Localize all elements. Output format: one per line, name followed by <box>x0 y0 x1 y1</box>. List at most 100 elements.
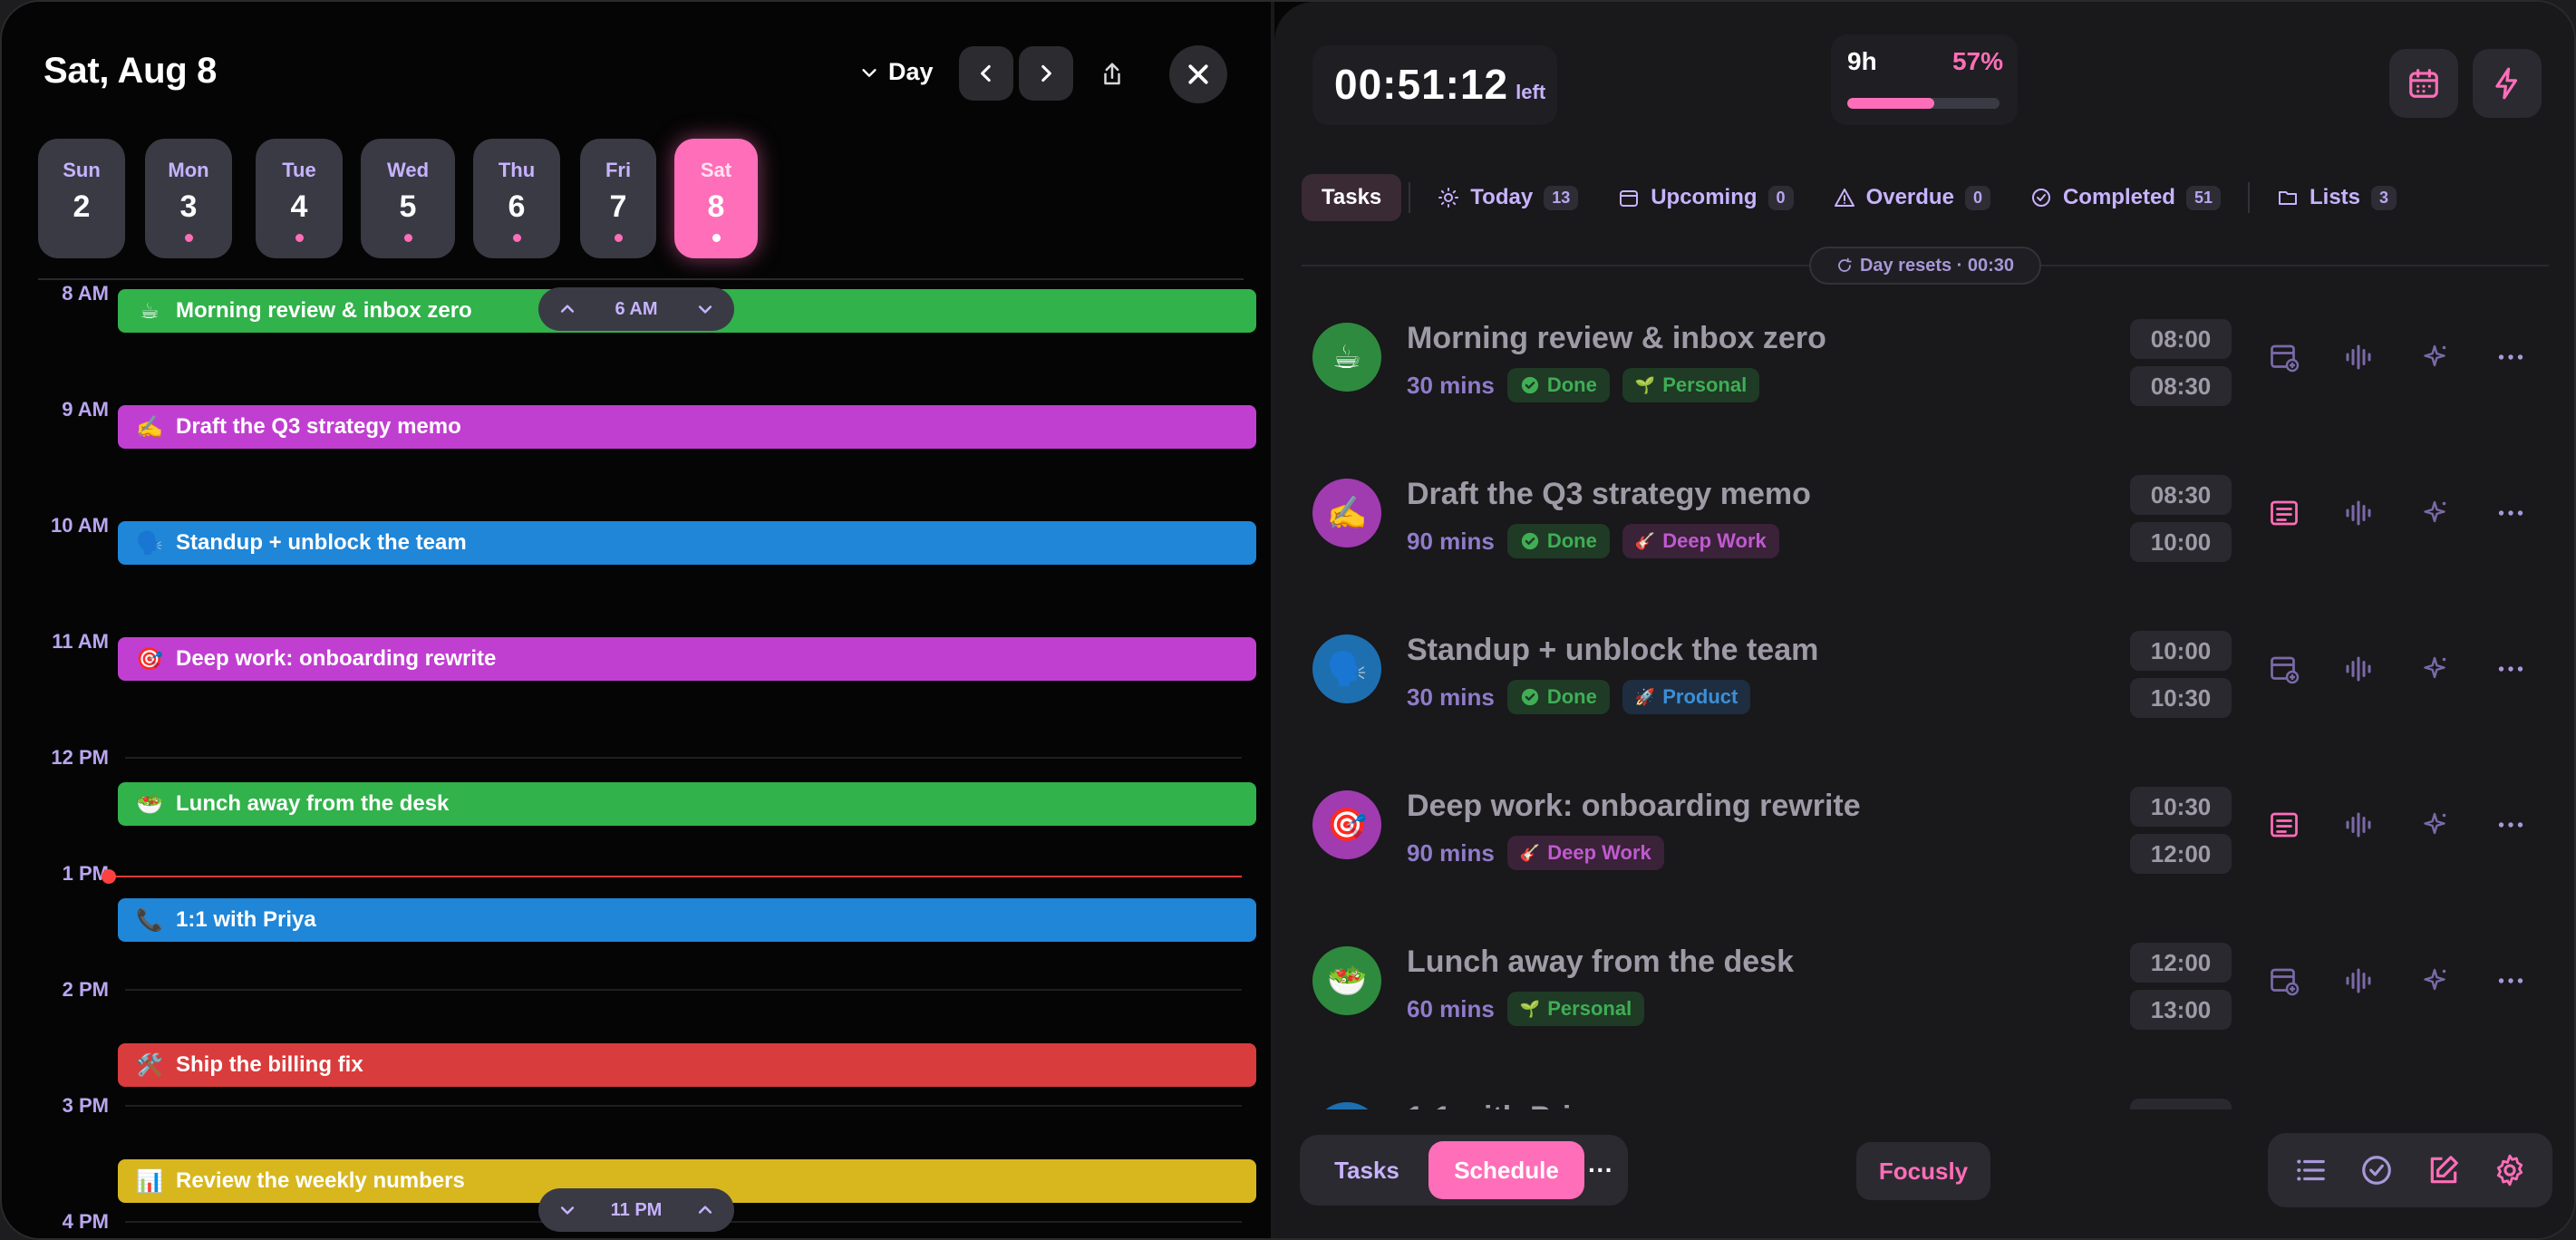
event-block[interactable]: 🛠️ Ship the billing fix <box>118 1043 1256 1087</box>
later-hours-pill[interactable]: 11 PM <box>538 1188 734 1232</box>
close-button[interactable] <box>1169 45 1227 103</box>
chevron-left-icon <box>981 64 991 82</box>
day-fri[interactable]: Fri 7 <box>580 139 656 258</box>
list-icon[interactable] <box>2293 1153 2328 1187</box>
calendar-icon <box>2409 69 2438 98</box>
more-button[interactable]: ··· <box>1584 1156 1617 1185</box>
calendar-button[interactable] <box>2389 49 2458 118</box>
view-selector[interactable]: Day <box>859 58 934 86</box>
event-block[interactable]: 🗣️ Standup + unblock the team <box>118 521 1256 565</box>
task-duration: 60 mins <box>1407 994 1495 1022</box>
day-timeline[interactable]: 8 AM 9 AM 10 AM 11 AM 12 PM 1 PM 2 PM 3 … <box>2 278 1271 1238</box>
tag-chip[interactable]: 🎸 Deep Work <box>1506 836 1664 870</box>
check-circle-icon[interactable] <box>2359 1153 2394 1187</box>
sparkle-icon[interactable] <box>2416 963 2453 999</box>
hour-label: 11 AM <box>52 630 109 653</box>
event-block[interactable]: 📞 1:1 with Priya <box>118 898 1256 942</box>
end-time-field[interactable]: 12:00 <box>2130 834 2232 874</box>
earlier-hours-pill[interactable]: 6 AM <box>538 287 734 331</box>
day-number: 4 <box>290 189 308 224</box>
event-block[interactable]: ✍️ Draft the Q3 strategy memo <box>118 405 1256 449</box>
tab-today[interactable]: Today 13 <box>1418 174 1598 221</box>
task-row[interactable]: 📞 1:1 with Priya 13:00 <box>1274 1064 2574 1109</box>
waveform-icon[interactable] <box>2340 339 2377 375</box>
start-time-field[interactable]: 13:00 <box>2130 1099 2232 1109</box>
earlier-hours-label: 6 AM <box>615 298 658 319</box>
tag-chip[interactable]: 🌱 Personal <box>1506 992 1645 1026</box>
tag-chip[interactable]: 🎸 Deep Work <box>1622 524 1779 558</box>
start-time-field[interactable]: 08:00 <box>2130 319 2232 359</box>
more-icon[interactable] <box>2493 807 2529 843</box>
task-row[interactable]: 🎯 Deep work: onboarding rewrite 90 mins 🎸 De… <box>1274 752 2574 908</box>
notes-icon[interactable] <box>2266 495 2302 531</box>
gear-icon[interactable] <box>2493 1153 2527 1187</box>
previous-day-button[interactable] <box>959 46 1013 101</box>
task-row[interactable]: ☕ Morning review & inbox zero 30 mins Done 🌱… <box>1274 285 2574 441</box>
day-name: Thu <box>498 159 536 181</box>
share-button[interactable] <box>1094 56 1130 92</box>
day-sun[interactable]: Sun 2 <box>38 139 125 258</box>
day-name: Sun <box>63 159 101 181</box>
waveform-icon[interactable] <box>2340 963 2377 999</box>
warning-icon <box>1834 189 1855 207</box>
task-row[interactable]: ✍️ Draft the Q3 strategy memo 90 mins Done 🎸… <box>1274 441 2574 596</box>
waveform-icon[interactable] <box>2340 651 2377 687</box>
tab-tasks[interactable]: Tasks <box>1302 174 1402 221</box>
calendar-add-icon[interactable] <box>2266 339 2302 375</box>
quick-action-button[interactable] <box>2473 49 2542 118</box>
sparkle-icon[interactable] <box>2416 807 2453 843</box>
tag-chip[interactable]: 🚀 Product <box>1622 680 1751 714</box>
calendar-add-icon[interactable] <box>2266 963 2302 999</box>
app-window: Sat, Aug 8 Day Sun 2 Mon 3 Tue 4 Wed 5 T… <box>0 0 2576 1240</box>
calendar-add-icon[interactable] <box>2266 651 2302 687</box>
waveform-icon[interactable] <box>2340 495 2377 531</box>
tab-lists[interactable]: Lists 3 <box>2257 174 2416 221</box>
current-time-line <box>109 876 1242 877</box>
tag-chip[interactable]: 🌱 Personal <box>1622 368 1760 402</box>
start-time-field[interactable]: 10:30 <box>2130 787 2232 827</box>
event-block[interactable]: 🥗 Lunch away from the desk <box>118 782 1256 826</box>
end-time-field[interactable]: 13:00 <box>2130 990 2232 1030</box>
tab-overdue[interactable]: Overdue 0 <box>1814 174 2010 221</box>
task-emoji-avatar: ☕ <box>1312 323 1381 392</box>
task-row[interactable]: 🗣️ Standup + unblock the team 30 mins Done 🚀… <box>1274 596 2574 752</box>
event-title: Deep work: onboarding rewrite <box>176 646 497 671</box>
event-dot <box>184 234 193 242</box>
end-time-field[interactable]: 10:30 <box>2130 678 2232 718</box>
sparkle-icon[interactable] <box>2416 651 2453 687</box>
schedule-mode-button[interactable]: Schedule <box>1428 1141 1584 1199</box>
task-title: Lunch away from the desk <box>1407 945 1794 979</box>
notes-icon[interactable] <box>2266 807 2302 843</box>
more-icon[interactable] <box>2493 651 2529 687</box>
start-time-field[interactable]: 10:00 <box>2130 631 2232 671</box>
task-title: Standup + unblock the team <box>1407 633 1819 667</box>
more-icon[interactable] <box>2493 495 2529 531</box>
end-time-field[interactable]: 08:30 <box>2130 366 2232 406</box>
waveform-icon[interactable] <box>2340 807 2377 843</box>
more-icon[interactable] <box>2493 963 2529 999</box>
more-icon[interactable] <box>2493 339 2529 375</box>
event-block[interactable]: 🎯 Deep work: onboarding rewrite <box>118 637 1256 681</box>
tasks-mode-button[interactable]: Tasks <box>1305 1141 1428 1199</box>
tab-upcoming[interactable]: Upcoming 0 <box>1598 174 1813 221</box>
start-time-field[interactable]: 12:00 <box>2130 943 2232 983</box>
start-time-field[interactable]: 08:30 <box>2130 475 2232 515</box>
focusly-button[interactable]: Focusly <box>1856 1142 1990 1200</box>
tab-completed[interactable]: Completed 51 <box>2010 174 2241 221</box>
day-mon[interactable]: Mon 3 <box>145 139 232 258</box>
task-row[interactable]: 🥗 Lunch away from the desk 60 mins 🌱 Persona… <box>1274 908 2574 1064</box>
sparkle-icon[interactable] <box>2416 339 2453 375</box>
end-time-field[interactable]: 10:00 <box>2130 522 2232 562</box>
task-emoji-avatar: 📞 <box>1312 1102 1381 1109</box>
day-sat-selected[interactable]: Sat 8 <box>674 139 758 258</box>
refresh-icon <box>1838 257 1852 272</box>
hour-label: 3 PM <box>62 1094 109 1117</box>
sparkle-icon[interactable] <box>2416 495 2453 531</box>
day-wed[interactable]: Wed 5 <box>361 139 455 258</box>
compose-icon[interactable] <box>2426 1153 2461 1187</box>
day-thu[interactable]: Thu 6 <box>473 139 560 258</box>
done-label: Done <box>1546 529 1597 552</box>
day-tue[interactable]: Tue 4 <box>256 139 343 258</box>
next-day-button[interactable] <box>1019 46 1073 101</box>
task-title: 1:1 with Priya <box>1407 1100 1605 1109</box>
